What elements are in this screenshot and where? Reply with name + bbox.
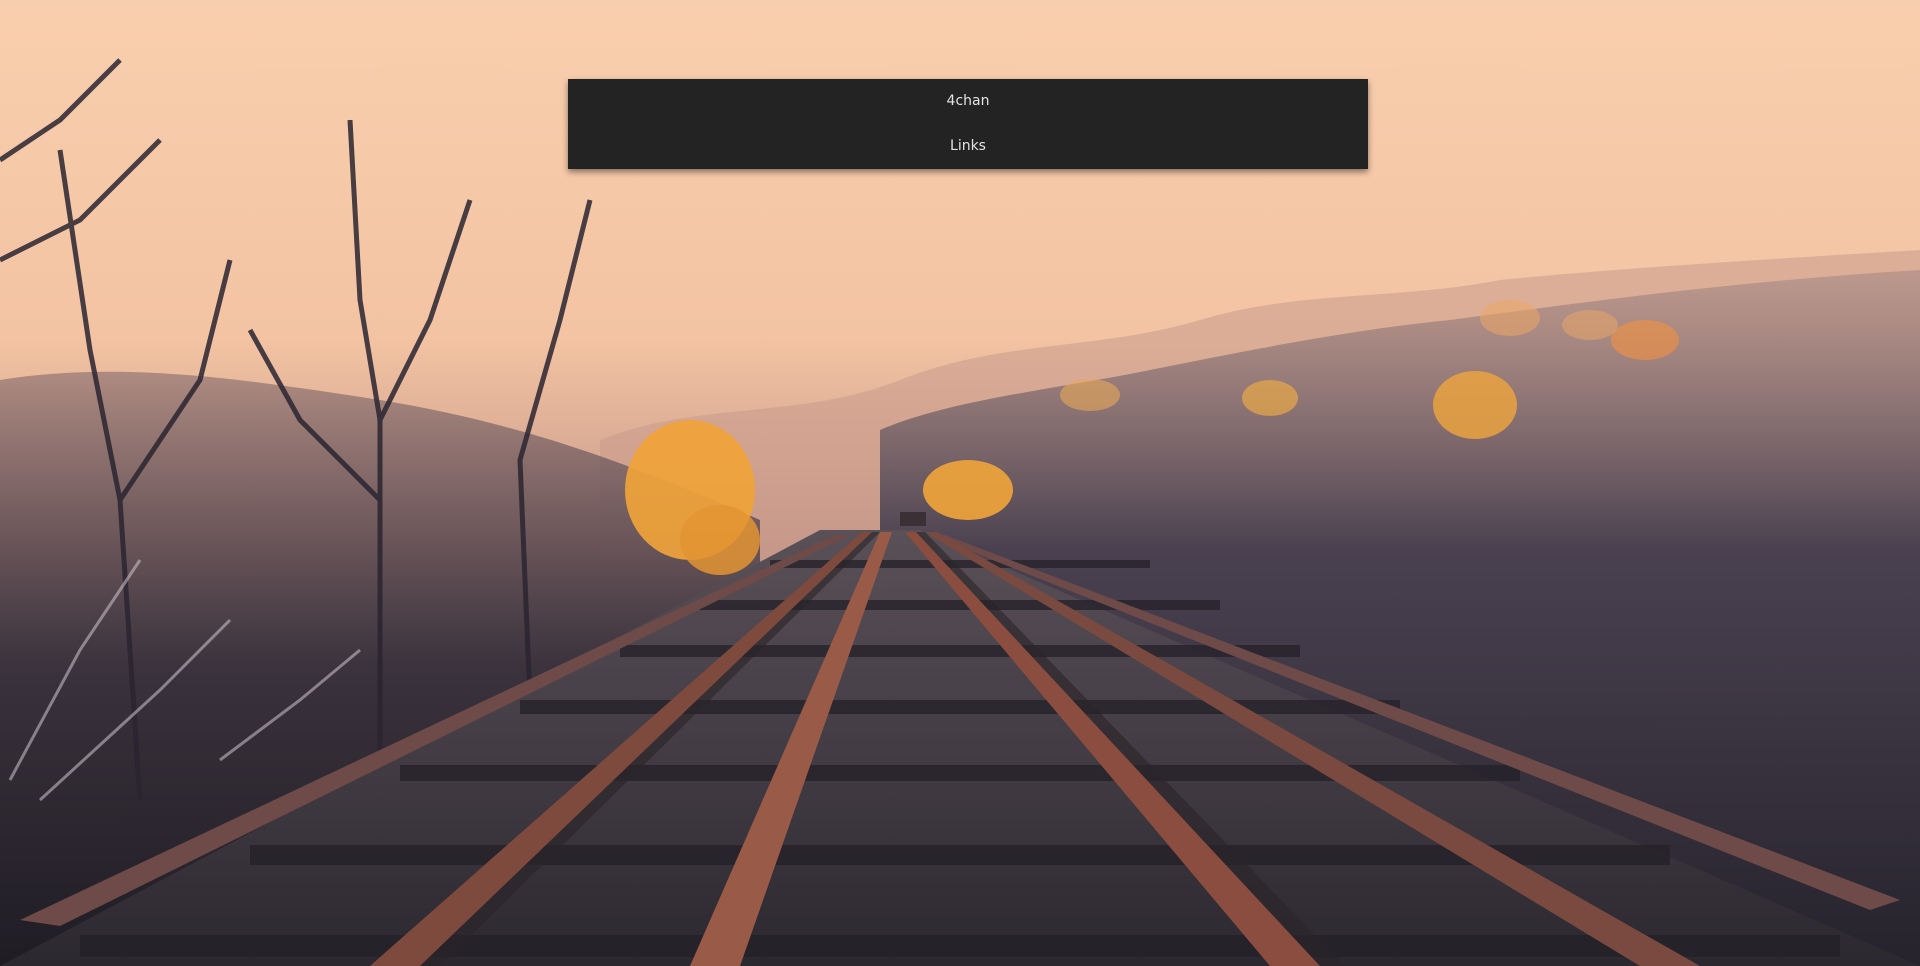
app-menu-panel: 4chan Links [568,79,1368,169]
menu-item-4chan[interactable]: 4chan [568,79,1368,124]
menu-item-links[interactable]: Links [568,124,1368,169]
desktop: 4chan Links [0,0,1920,966]
